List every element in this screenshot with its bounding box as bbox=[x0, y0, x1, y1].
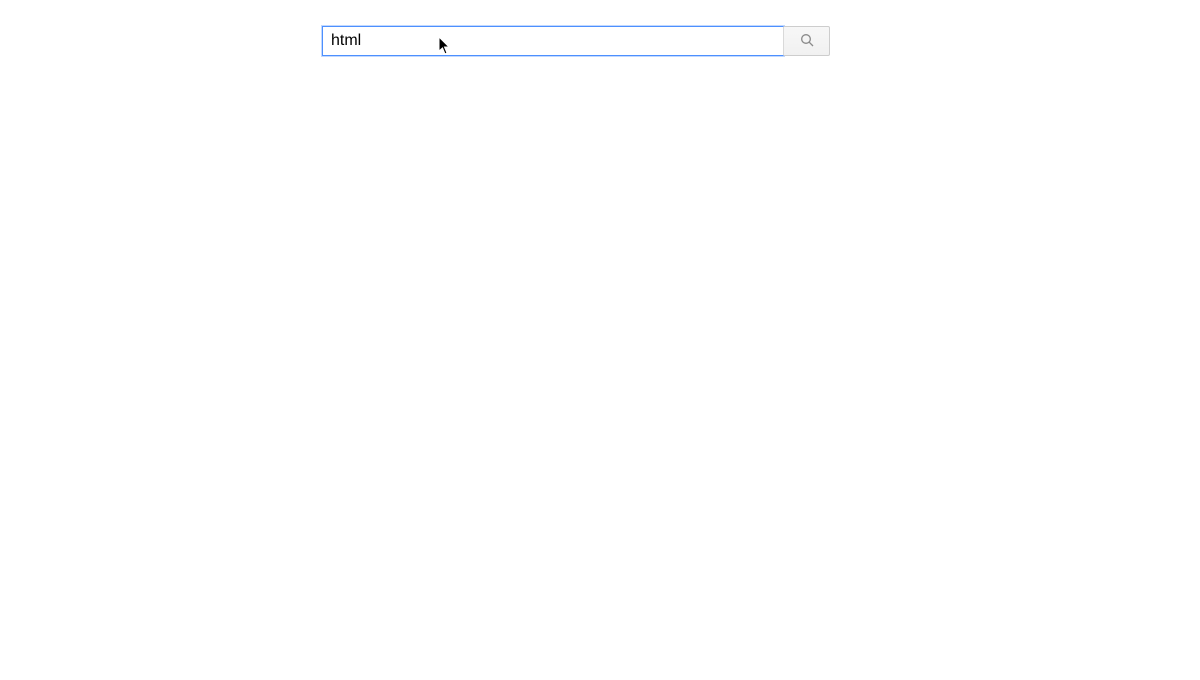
search-input[interactable] bbox=[322, 26, 784, 56]
search-icon bbox=[799, 32, 815, 51]
search-bar bbox=[322, 26, 830, 56]
search-button[interactable] bbox=[784, 26, 830, 56]
